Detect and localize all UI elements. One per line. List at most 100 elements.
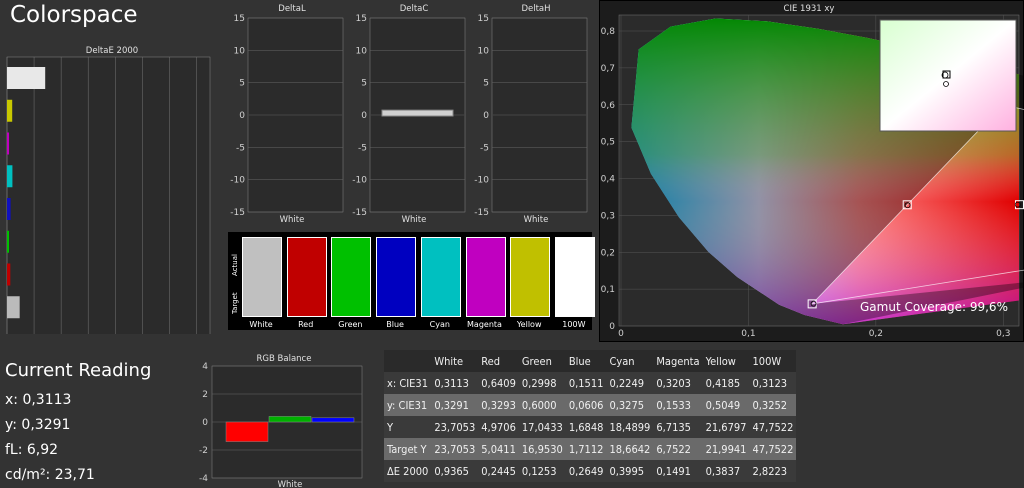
cie-ytick: 0,1 xyxy=(601,285,615,295)
delta-ytick: 0 xyxy=(483,111,489,121)
reading-x: x: 0,3113 xyxy=(5,392,72,408)
delta-ytick: 15 xyxy=(234,14,245,24)
delta-ytick: 5 xyxy=(361,79,367,89)
delta-ytick: 10 xyxy=(356,46,368,56)
table-cell: 0,2998 xyxy=(521,376,557,390)
deltae-bar xyxy=(7,296,20,319)
deltae-chart: DeltaE 2000 02468101214 xyxy=(6,46,211,334)
delta-ytick: 0 xyxy=(239,111,245,121)
table-cell: 0,5049 xyxy=(705,398,741,412)
row-label: y: CIE31 xyxy=(387,398,428,412)
swatch-green xyxy=(331,237,372,317)
swatch-label: Green xyxy=(338,320,363,329)
deltae-bar xyxy=(7,230,9,253)
column-header: Blue xyxy=(568,354,591,368)
delta-ytick: 10 xyxy=(234,46,246,56)
column-header: Yellow xyxy=(705,354,736,368)
delta-ytick: -10 xyxy=(352,176,367,186)
table-cell: 0,4185 xyxy=(705,376,741,390)
column-header: Green xyxy=(521,354,552,368)
swatch-panel: Actual Target White Red Green Blue Cyan Magen… xyxy=(228,232,595,330)
swatch-cyan xyxy=(420,237,461,317)
table-cell: 5,0411 xyxy=(481,442,516,456)
table-cell: 0,9365 xyxy=(434,464,469,478)
table-cell: 17,0433 xyxy=(521,420,563,434)
table-cell: 0,0606 xyxy=(568,398,604,412)
row-label: ΔE 2000 xyxy=(387,464,429,478)
cie-ytick: 0,3 xyxy=(601,211,615,221)
deltae-bar xyxy=(7,263,11,286)
table-cell: 6,7135 xyxy=(656,420,691,434)
table-cell: 6,7522 xyxy=(656,442,691,456)
table-cell: 47,7522 xyxy=(752,420,794,434)
delta-ytick: -5 xyxy=(358,143,367,153)
table-cell: 0,1491 xyxy=(656,464,691,478)
reading-y: y: 0,3291 xyxy=(5,417,71,433)
reading-cdm2: cd/m²: 23,71 xyxy=(5,467,95,483)
rgb-ytick: -2 xyxy=(199,446,208,456)
delta-ytick: 10 xyxy=(478,46,490,56)
deltae-bar xyxy=(7,198,11,220)
cie-ytick: 0,4 xyxy=(601,175,616,185)
table-cell: 18,6642 xyxy=(609,442,651,456)
current-reading-title: Current Reading xyxy=(5,360,152,381)
delta-ytick: -5 xyxy=(236,143,245,153)
measurement-table: White Red Green Blue Cyan Magenta Yellow 100W x… xyxy=(384,350,797,482)
rgb-bar xyxy=(225,421,269,442)
cie-xtick: 0,3 xyxy=(996,329,1010,339)
rgb-ytick: -4 xyxy=(199,474,208,484)
rgb-ytick: 4 xyxy=(202,362,208,372)
rgb-balance-title: RGB Balance xyxy=(257,354,312,364)
table-cell: 0,3123 xyxy=(752,376,788,390)
table-row: x: CIE31 0,3113 0,6409 0,2998 0,1511 0,2249 0,… xyxy=(384,372,797,394)
delta-ytick: -5 xyxy=(480,143,489,153)
delta-ytick: -10 xyxy=(474,176,489,186)
table-cell: 0,3252 xyxy=(752,398,788,412)
table-cell: 18,4899 xyxy=(609,420,651,434)
delta-ytick: 0 xyxy=(361,111,367,121)
cie-xtick: 0 xyxy=(618,329,624,339)
swatch-label: Yellow xyxy=(516,320,542,329)
delta-ytick: 5 xyxy=(483,79,489,89)
swatch-magenta xyxy=(465,237,506,317)
rgb-ytick: 0 xyxy=(202,418,208,428)
deltah-label: White xyxy=(524,215,549,225)
deltae-bar xyxy=(7,99,13,122)
table-cell: 0,3113 xyxy=(434,376,469,390)
cie-ytick: 0,5 xyxy=(601,138,615,148)
rgb-bar xyxy=(268,416,312,423)
row-label: Target Y xyxy=(387,442,427,456)
row-label: Y xyxy=(387,420,394,434)
rgb-balance-label: White xyxy=(278,480,303,488)
table-cell: 16,9530 xyxy=(521,442,563,456)
swatch-label: Red xyxy=(298,320,314,329)
table-cell: 0,1253 xyxy=(521,464,557,478)
swatch-white xyxy=(242,237,282,317)
column-header: Magenta xyxy=(656,354,700,368)
column-header: 100W xyxy=(752,354,782,368)
swatch-yellow xyxy=(510,237,551,317)
table-header: White Red Green Blue Cyan Magenta Yellow 100W xyxy=(384,350,797,372)
cie-title: CIE 1931 xy xyxy=(784,4,835,14)
table-cell: 21,9941 xyxy=(705,442,747,456)
rgb-ytick: 2 xyxy=(202,390,208,400)
rgb-bar xyxy=(311,417,355,423)
table-row: Target Y 23,7053 5,0411 16,9530 1,7112 18,664… xyxy=(384,438,797,460)
gamut-coverage-label: Gamut Coverage: xyxy=(860,300,967,314)
gamut-coverage: Gamut Coverage: 99,6% xyxy=(860,300,1008,314)
deltae-bar xyxy=(7,67,46,89)
table-cell: 1,6848 xyxy=(568,420,604,434)
table-cell: 2,8223 xyxy=(752,464,788,478)
table-cell: 23,7053 xyxy=(434,420,476,434)
table-cell: 0,3995 xyxy=(609,464,645,478)
table-row: Y 23,7053 4,9706 17,0433 1,6848 18,4899 6,7135… xyxy=(384,416,797,438)
table-cell: 47,7522 xyxy=(752,442,794,456)
deltac-label: White xyxy=(402,215,427,225)
cie-diagram: CIE 1931 xy 0 0,1 0,2 0,3 0,8 0,7 0,6 0,5 0,4 0,3… xyxy=(601,4,1024,339)
deltal-label: White xyxy=(280,215,305,225)
deltae-bar xyxy=(7,165,13,188)
rgb-balance-chart: RGB Balance 4 2 0 -2 -4 White xyxy=(199,354,363,488)
table-cell: 0,1511 xyxy=(568,376,604,390)
table-cell: 0,3275 xyxy=(609,398,645,412)
delta-ytick: 15 xyxy=(478,14,489,24)
